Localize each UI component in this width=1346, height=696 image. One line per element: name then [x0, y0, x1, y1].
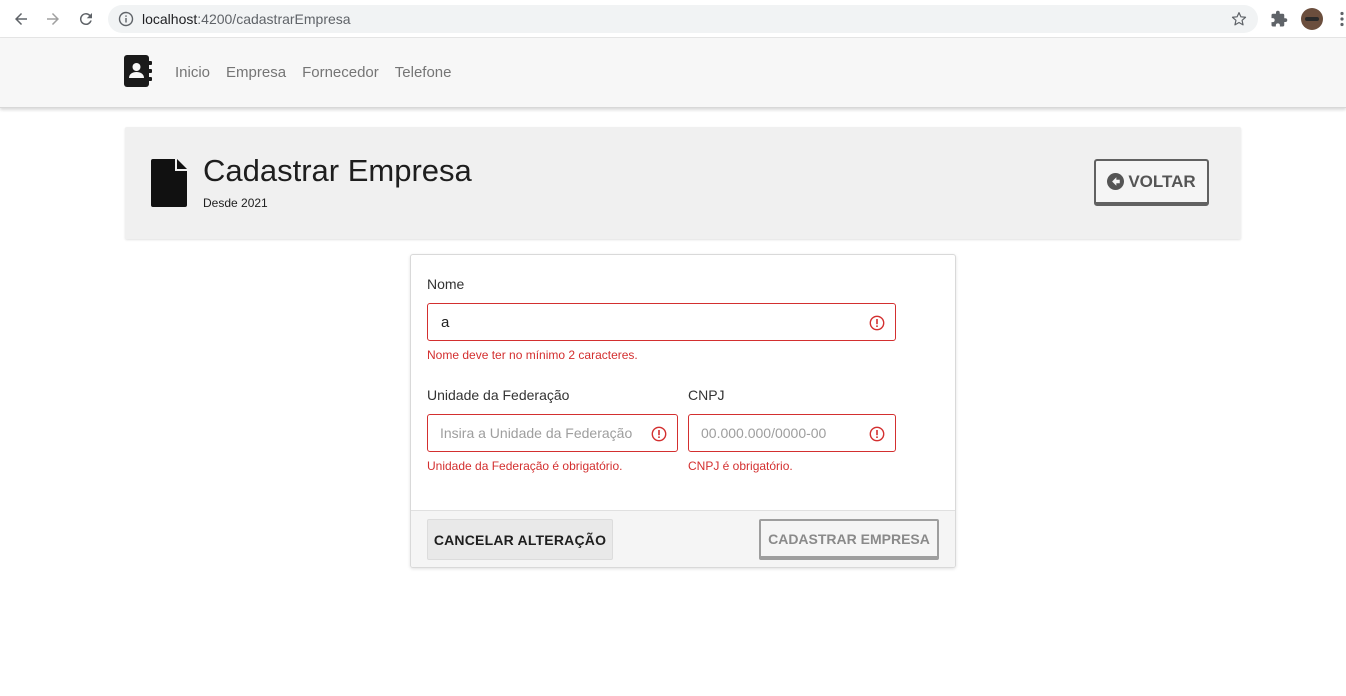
info-icon[interactable] — [118, 11, 134, 27]
url-host: localhost — [142, 11, 198, 27]
browser-toolbar: localhost:4200/cadastrarEmpresa — [0, 0, 1346, 38]
reload-icon[interactable] — [75, 8, 97, 30]
nav-link-fornecedor[interactable]: Fornecedor — [302, 64, 379, 81]
cancel-button-label: CANCELAR ALTERAÇÃO — [433, 531, 607, 548]
uf-error: Unidade da Federação é obrigatório. — [427, 459, 623, 473]
cancel-button[interactable]: CANCELAR ALTERAÇÃO — [427, 519, 613, 560]
cnpj-input[interactable]: 00.000.000/0000-00 — [688, 414, 896, 452]
cnpj-label: CNPJ — [688, 387, 725, 403]
form-footer: CANCELAR ALTERAÇÃO CADASTRAR EMPRESA — [411, 510, 955, 567]
company-form: Nome a Nome deve ter no mínimo 2 caracte… — [410, 254, 956, 568]
page-subtitle: Desde 2021 — [203, 196, 268, 210]
uf-placeholder: Insira a Unidade da Federação — [440, 425, 633, 441]
kebab-menu-icon[interactable] — [1338, 11, 1346, 27]
cnpj-error: CNPJ é obrigatório. — [688, 459, 793, 473]
nome-error: Nome deve ter no mínimo 2 caracteres. — [427, 348, 638, 362]
error-circle-icon — [869, 315, 885, 331]
page-title: Cadastrar Empresa — [203, 153, 472, 188]
submit-button[interactable]: CADASTRAR EMPRESA — [759, 519, 939, 560]
forward-arrow-icon[interactable] — [42, 8, 64, 30]
submit-button-label: CADASTRAR EMPRESA — [768, 530, 930, 547]
back-button[interactable]: VOLTAR — [1094, 159, 1209, 206]
back-button-label: VOLTAR — [1128, 171, 1196, 191]
nome-label: Nome — [427, 276, 465, 292]
nome-value: a — [441, 314, 450, 331]
url-path: :4200/cadastrarEmpresa — [197, 11, 351, 27]
document-icon — [151, 159, 187, 207]
nav-link-telefone[interactable]: Telefone — [395, 64, 452, 81]
profile-avatar[interactable] — [1301, 8, 1323, 30]
nav-link-empresa[interactable]: Empresa — [226, 64, 286, 81]
address-bar[interactable]: localhost:4200/cadastrarEmpresa — [108, 5, 1258, 33]
nav-link-inicio[interactable]: Inicio — [175, 64, 210, 81]
error-circle-icon — [869, 426, 885, 442]
puzzle-extension-icon[interactable] — [1270, 10, 1288, 28]
star-icon[interactable] — [1230, 10, 1248, 28]
cnpj-placeholder: 00.000.000/0000-00 — [701, 425, 827, 441]
uf-input[interactable]: Insira a Unidade da Federação — [427, 414, 678, 452]
address-book-icon[interactable] — [124, 55, 152, 87]
uf-label: Unidade da Federação — [427, 387, 570, 403]
nome-input[interactable]: a — [427, 303, 896, 341]
error-circle-icon — [651, 426, 667, 442]
app-navbar: Inicio Empresa Fornecedor Telefone — [0, 38, 1346, 108]
url-text: localhost:4200/cadastrarEmpresa — [142, 11, 351, 27]
nav-links: Inicio Empresa Fornecedor Telefone — [175, 64, 468, 81]
back-arrow-icon[interactable] — [10, 8, 32, 30]
arrow-circle-left-icon — [1107, 173, 1125, 190]
page-header: Cadastrar Empresa Desde 2021 VOLTAR — [125, 127, 1241, 239]
